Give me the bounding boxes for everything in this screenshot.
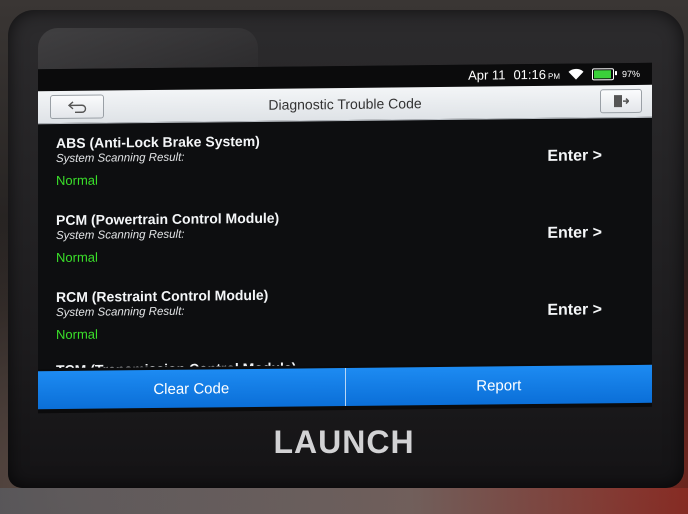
report-button[interactable]: Report [344,364,652,407]
enter-button-abs[interactable]: Enter > [547,147,602,166]
scan-result-label: System Scanning Result: [56,151,185,166]
battery-percent: 97% [621,68,640,79]
scan-result-label: System Scanning Result: [56,228,185,243]
exit-door-icon [614,95,629,108]
bottom-toolbar: Clear Code Report [38,362,652,414]
battery-icon [591,67,614,80]
exit-button[interactable] [600,88,642,114]
system-row-abs[interactable]: ABS (Anti-Lock Brake System) System Scan… [38,117,652,200]
system-name: PCM (Powertrain Control Module) [56,209,280,229]
status-time: 01:16 PM [513,67,560,82]
system-row-pcm[interactable]: PCM (Powertrain Control Module) System S… [38,194,652,277]
enter-button-pcm[interactable]: Enter > [547,224,602,243]
status-normal: Normal [56,249,98,266]
system-row-rcm[interactable]: RCM (Restraint Control Module) System Sc… [38,271,652,354]
status-normal: Normal [56,172,98,189]
battery-fill [593,69,612,78]
enter-button-rcm[interactable]: Enter > [547,301,602,320]
device-screen: Apr 11 01:16 PM 97% Diagnostic Trouble Co… [38,62,652,414]
table-surface [0,488,688,514]
system-name: RCM (Restraint Control Module) [56,286,269,306]
status-normal: Normal [56,326,98,343]
status-right: Apr 11 01:16 PM 97% [468,66,640,83]
status-date: Apr 11 [468,67,506,83]
status-time-value: 01:16 [513,66,546,83]
wifi-icon [568,68,584,80]
status-time-suffix: PM [547,71,560,81]
system-name: ABS (Anti-Lock Brake System) [56,132,260,152]
clear-code-button[interactable]: Clear Code [38,368,345,410]
scan-result-label: System Scanning Result: [56,305,185,320]
page-title: Diagnostic Trouble Code [268,95,422,113]
system-list: ABS (Anti-Lock Brake System) System Scan… [38,117,652,368]
brand-logo: LAUNCH [273,424,415,460]
